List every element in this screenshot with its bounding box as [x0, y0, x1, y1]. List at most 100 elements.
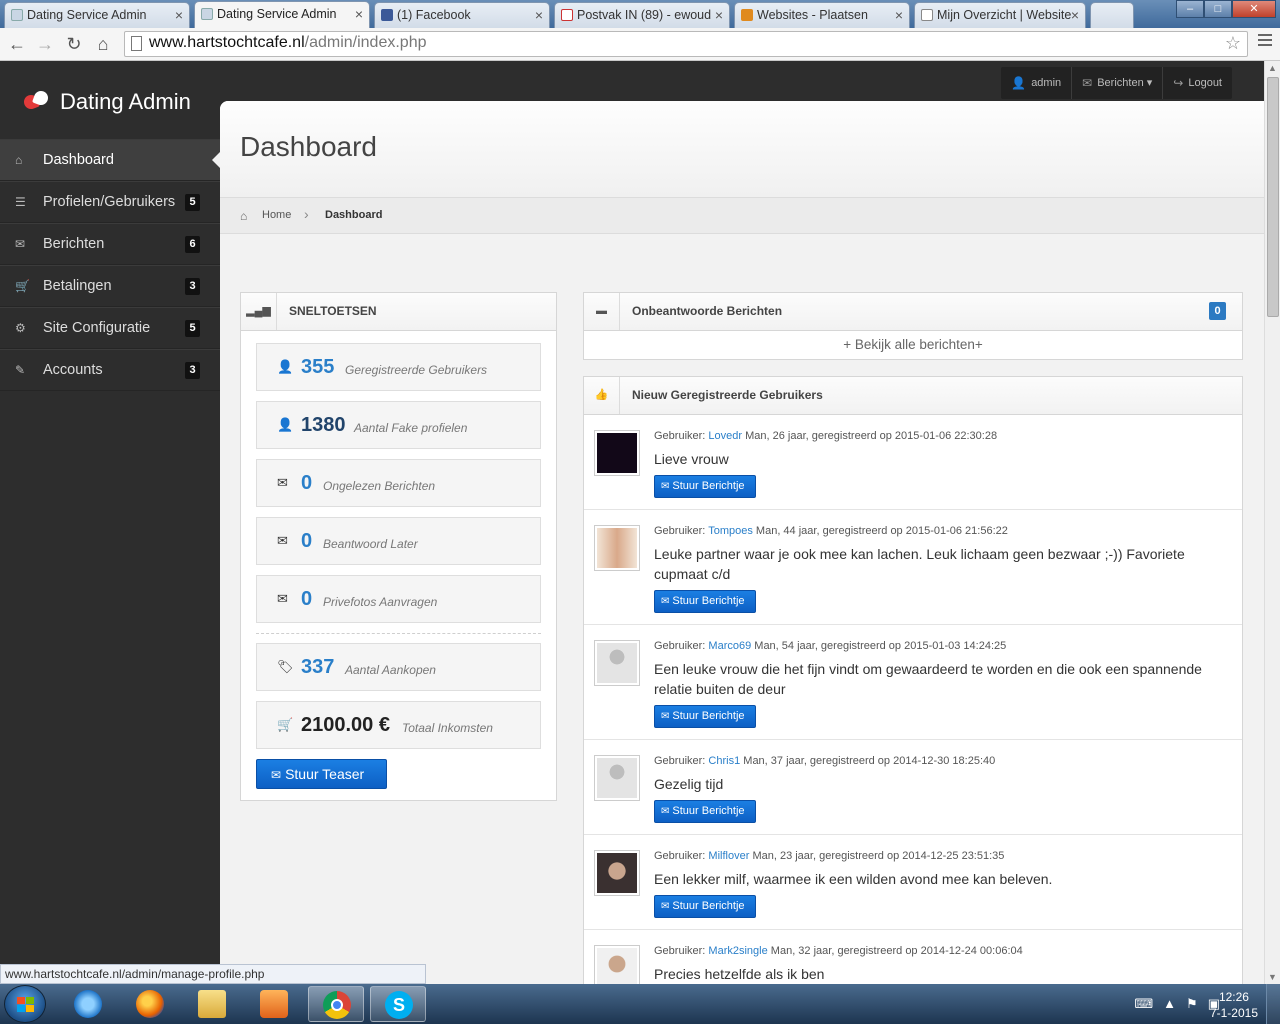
tab-close-icon[interactable]: ×	[1071, 7, 1079, 23]
url-path: /admin/index.php	[304, 34, 427, 51]
avatar[interactable]	[594, 430, 640, 476]
new-tab-button[interactable]	[1090, 2, 1134, 28]
logout-label: Logout	[1188, 77, 1222, 89]
stat-answer-later[interactable]: ✉ 0 Beantwoord Later	[256, 517, 541, 565]
show-hidden-icons-icon[interactable]: ▲	[1163, 996, 1176, 1012]
avatar[interactable]	[594, 640, 640, 686]
count-badge: 5	[185, 320, 200, 337]
close-window-button[interactable]: ✕	[1232, 0, 1276, 18]
sidebar-item-dashboard[interactable]: ⌂ Dashboard	[0, 139, 220, 181]
page-scrollbar[interactable]: ▲ ▼	[1264, 61, 1280, 984]
scroll-down-icon[interactable]: ▼	[1268, 972, 1277, 982]
username-link[interactable]: Tompoes	[708, 525, 753, 537]
sidebar-item-profiles[interactable]: ☰ Profielen/Gebruikers 5	[0, 181, 220, 223]
minimize-button[interactable]: –	[1176, 0, 1204, 18]
maximize-button[interactable]: □	[1204, 0, 1232, 18]
send-message-button[interactable]: ✉ Stuur Berichtje	[654, 800, 756, 823]
taskbar-file-explorer[interactable]	[184, 986, 240, 1022]
folder-icon	[198, 990, 226, 1018]
list-item: Gebruiker: Marco69 Man, 54 jaar, geregis…	[584, 625, 1242, 740]
brand[interactable]: Dating Admin	[22, 87, 191, 117]
stat-total-income[interactable]: 🛒 2100.00 € Totaal Inkomsten	[256, 701, 541, 749]
avatar[interactable]	[594, 945, 640, 984]
stat-value: 1380	[301, 414, 346, 436]
pencil-icon: ✎	[15, 363, 26, 377]
tab-close-icon[interactable]: ×	[715, 7, 723, 23]
sidebar-item-accounts[interactable]: ✎ Accounts 3	[0, 349, 220, 391]
user-meta: Gebruiker: Lovedr Man, 26 jaar, geregist…	[654, 430, 998, 442]
mail-favicon-icon	[11, 9, 23, 21]
browser-menu-icon[interactable]	[1258, 34, 1272, 48]
user-description: Lieve vrouw	[654, 451, 729, 467]
stat-fake-profiles[interactable]: 👤 1380 Aantal Fake profielen	[256, 401, 541, 449]
show-desktop-button[interactable]	[1266, 984, 1280, 1024]
admin-user-menu[interactable]: 👤 admin	[1001, 67, 1073, 99]
browser-tab[interactable]: (1) Facebook ×	[374, 2, 550, 28]
stat-registered-users[interactable]: 👤 355 Geregistreerde Gebruikers	[256, 343, 541, 391]
username-link[interactable]: Lovedr	[708, 430, 742, 442]
tab-close-icon[interactable]: ×	[895, 7, 903, 23]
start-button[interactable]	[4, 985, 46, 1023]
avatar[interactable]	[594, 755, 640, 801]
back-arrow-icon[interactable]: ←	[6, 33, 28, 55]
forward-arrow-icon[interactable]: →	[34, 33, 56, 55]
sidebar-item-payments[interactable]: 🛒 Betalingen 3	[0, 265, 220, 307]
scroll-thumb[interactable]	[1267, 77, 1279, 317]
site-favicon-icon	[741, 9, 753, 21]
browser-tab[interactable]: Dating Service Admin ×	[4, 2, 190, 28]
browser-tab[interactable]: Postvak IN (89) - ewoud ×	[554, 2, 730, 28]
reload-icon[interactable]: ↻	[63, 33, 85, 55]
breadcrumb-home-link[interactable]: Home	[262, 209, 291, 221]
avatar[interactable]	[594, 525, 640, 571]
envelope-icon: ✉	[661, 711, 670, 722]
breadcrumb-separator-icon: ›	[304, 206, 309, 222]
browser-tab-active[interactable]: Dating Service Admin ×	[194, 1, 370, 28]
avatar[interactable]	[594, 850, 640, 896]
send-message-button[interactable]: ✉ Stuur Berichtje	[654, 895, 756, 918]
tab-close-icon[interactable]: ×	[535, 7, 543, 23]
windows-taskbar: S ⌨ ▲ ⚑ ▣ 12:26 7-1-2015	[0, 984, 1280, 1024]
logout-button[interactable]: ↪ Logout	[1163, 67, 1232, 99]
stat-purchases[interactable]: 🏷 337 Aantal Aankopen	[256, 643, 541, 691]
stat-label: Aantal Fake profielen	[354, 421, 468, 435]
keyboard-icon[interactable]: ⌨	[1134, 996, 1153, 1012]
send-teaser-button[interactable]: ✉ Stuur Teaser	[256, 759, 387, 789]
taskbar-chrome[interactable]	[308, 986, 364, 1022]
stat-label: Totaal Inkomsten	[402, 721, 493, 735]
media-player-icon	[260, 990, 288, 1018]
send-message-button[interactable]: ✉ Stuur Berichtje	[654, 590, 756, 613]
home-icon[interactable]: ⌂	[92, 33, 114, 55]
sidebar-item-label: Berichten	[43, 236, 105, 252]
username-link[interactable]: Mark2single	[708, 945, 767, 957]
browser-tab[interactable]: Websites - Plaatsen ×	[734, 2, 910, 28]
bookmark-star-icon[interactable]: ☆	[1225, 33, 1241, 54]
stat-label: Ongelezen Berichten	[323, 479, 436, 493]
tab-title: (1) Facebook	[397, 8, 471, 22]
messages-label: Berichten ▾	[1097, 77, 1153, 89]
tab-close-icon[interactable]: ×	[175, 7, 183, 23]
stat-unread-messages[interactable]: ✉ 0 Ongelezen Berichten	[256, 459, 541, 507]
tab-close-icon[interactable]: ×	[355, 6, 363, 22]
send-message-button[interactable]: ✉ Stuur Berichtje	[654, 705, 756, 728]
username-link[interactable]: Chris1	[708, 755, 740, 767]
internet-explorer-icon	[74, 990, 102, 1018]
taskbar-media-player[interactable]	[246, 986, 302, 1022]
messages-dropdown[interactable]: ✉ Berichten ▾	[1072, 67, 1164, 99]
sidebar-item-site-config[interactable]: ⚙ Site Configuratie 5	[0, 307, 220, 349]
user-description: Een lekker milf, waarmee ik een wilden a…	[654, 871, 1053, 887]
action-center-flag-icon[interactable]: ⚑	[1186, 996, 1198, 1012]
system-clock[interactable]: 12:26 7-1-2015	[1210, 989, 1258, 1021]
address-bar[interactable]: www.hartstochtcafe.nl/admin/index.php ☆	[124, 31, 1248, 57]
view-all-messages-link[interactable]: + Bekijk alle berichten+	[584, 331, 1242, 359]
taskbar-skype[interactable]: S	[370, 986, 426, 1022]
scroll-up-icon[interactable]: ▲	[1268, 63, 1277, 73]
count-badge: 5	[185, 194, 200, 211]
username-link[interactable]: Marco69	[708, 640, 751, 652]
send-message-button[interactable]: ✉ Stuur Berichtje	[654, 475, 756, 498]
taskbar-firefox[interactable]	[122, 986, 178, 1022]
browser-tab[interactable]: Mijn Overzicht | Website ×	[914, 2, 1086, 28]
taskbar-internet-explorer[interactable]	[60, 986, 116, 1022]
username-link[interactable]: Milflover	[708, 850, 749, 862]
stat-private-photo-requests[interactable]: ✉ 0 Privefotos Aanvragen	[256, 575, 541, 623]
sidebar-item-messages[interactable]: ✉ Berichten 6	[0, 223, 220, 265]
